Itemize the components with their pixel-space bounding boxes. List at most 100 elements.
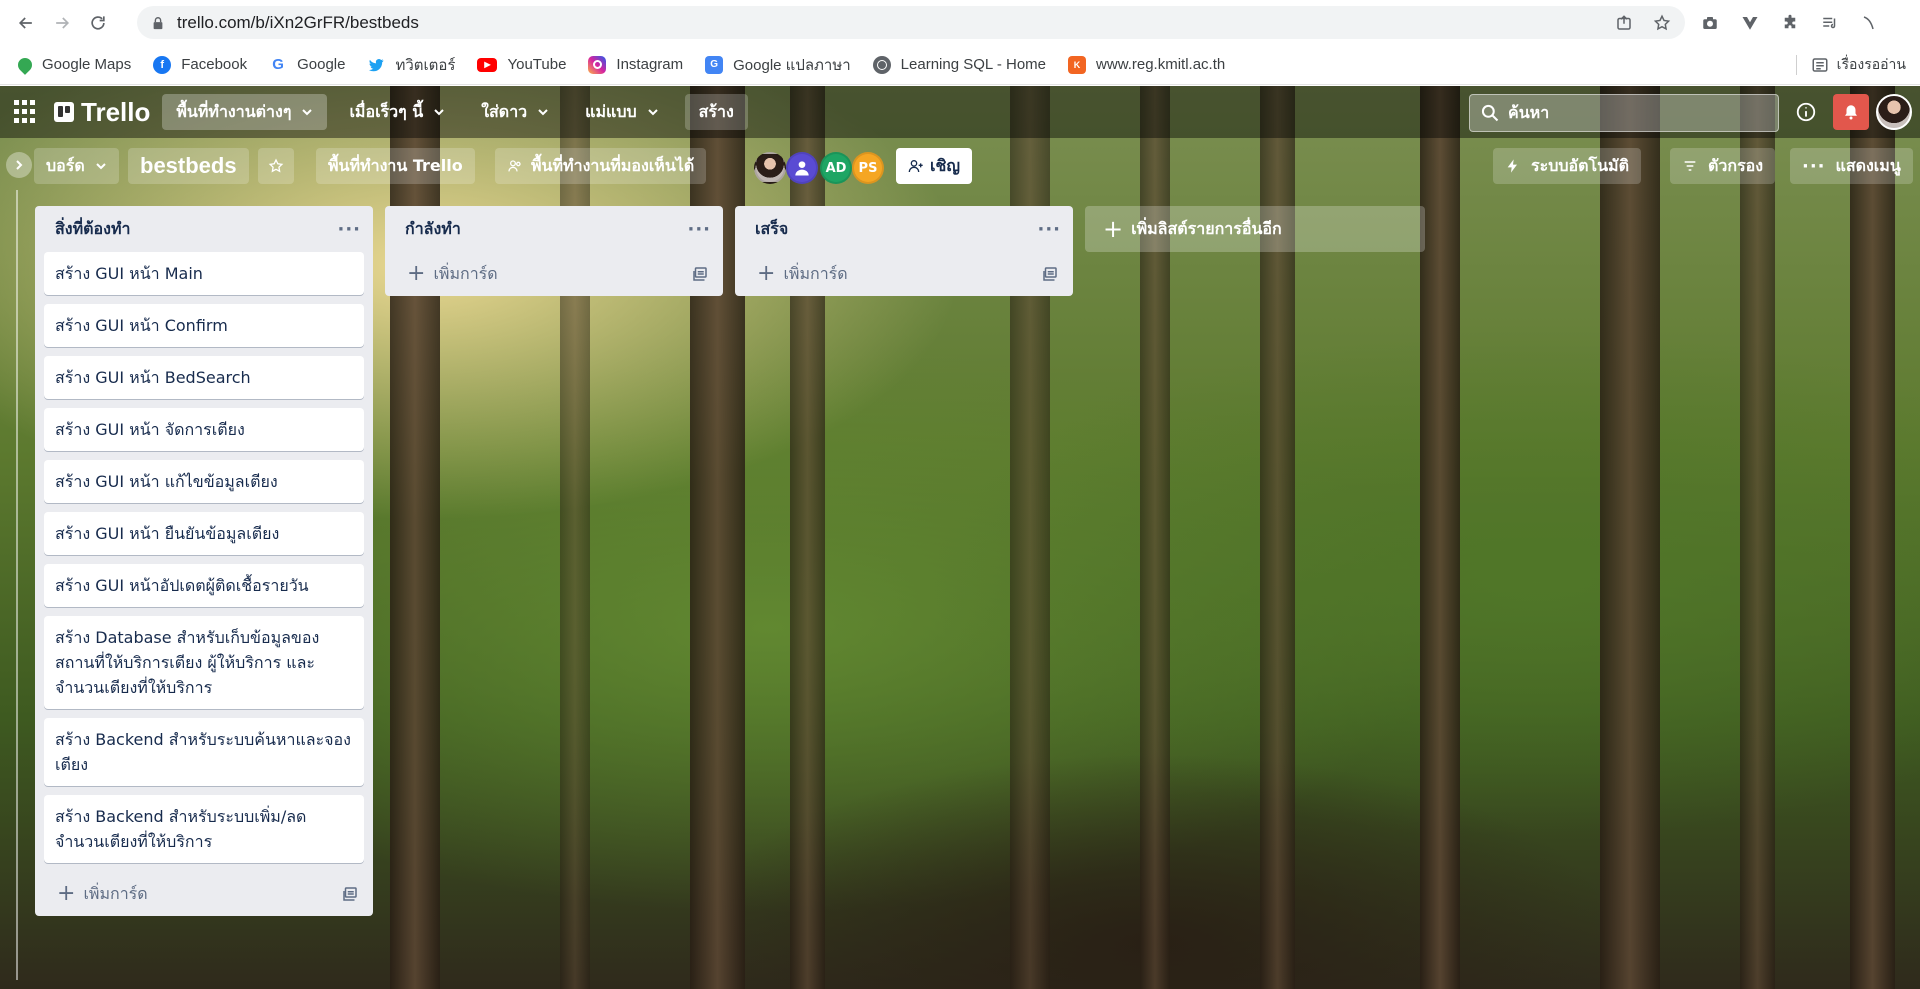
invite-label: เชิญ [930,155,960,175]
bookmark-label: Google แปลภาษา [733,56,851,74]
chevron-down-icon [434,109,444,116]
member-avatar[interactable] [786,152,818,184]
filter-label: ตัวกรอง [1708,155,1764,175]
bookmark-facebook[interactable]: f Facebook [153,55,247,74]
list-title[interactable]: สิ่งที่ต้องทำ [55,217,130,242]
member-avatar[interactable] [754,152,786,184]
automation-button[interactable]: ระบบอัตโนมัติ [1493,148,1641,184]
trello-logo[interactable]: Trello [54,97,150,128]
card[interactable]: สร้าง GUI หน้า จัดการเตียง [44,408,364,451]
plus-icon: + [1103,215,1124,243]
templates-menu[interactable]: แม่แบบ [571,94,672,130]
create-from-template-icon[interactable] [341,885,359,903]
card[interactable]: สร้าง GUI หน้า BedSearch [44,356,364,399]
member-avatar-ps[interactable]: PS [852,152,884,184]
media-control-icon[interactable] [1820,13,1840,33]
browser-toolbar: trello.com/b/iXn2GrFR/bestbeds [0,0,1920,45]
add-card-label: เพิ่มการ์ด [783,263,848,283]
information-button[interactable] [1791,97,1821,127]
card[interactable]: สร้าง Database สำหรับเก็บข้อมูลของ สถานท… [44,616,364,709]
card[interactable]: สร้าง GUI หน้า ยืนยันข้อมูลเตียง [44,512,364,555]
list-title[interactable]: เสร็จ [755,217,788,242]
bookmark-label: Google [297,56,346,73]
add-card-button[interactable]: + เพิ่มการ์ด [757,262,848,287]
address-bar[interactable]: trello.com/b/iXn2GrFR/bestbeds [137,6,1685,39]
invite-button[interactable]: เชิญ [896,148,972,184]
google-translate-icon: G [705,55,724,74]
filter-button[interactable]: ตัวกรอง [1670,148,1776,184]
lock-icon [153,16,163,29]
list-menu-button[interactable]: ··· [687,219,711,240]
chevron-down-icon [96,163,106,170]
show-menu-button[interactable]: ··· แสดงเมนู [1790,148,1913,184]
search-input[interactable]: ค้นหา [1469,94,1779,132]
card[interactable]: สร้าง Backend สำหรับระบบเพิ่ม/ลดจำนวนเตี… [44,795,364,863]
workspaces-menu[interactable]: พื้นที่ทำงานต่างๆ [162,94,328,130]
star-icon[interactable] [1653,14,1671,32]
card[interactable]: สร้าง GUI หน้า Main [44,252,364,295]
bookmark-youtube[interactable]: ▶ YouTube [477,56,566,73]
list-menu-button[interactable]: ··· [1037,219,1061,240]
plus-icon: + [407,261,426,286]
more-vert-icon[interactable] [1900,13,1910,33]
background-tree [1420,86,1460,989]
notifications-button[interactable] [1833,94,1869,130]
list-menu-button[interactable]: ··· [337,219,361,240]
card[interactable]: สร้าง GUI หน้า Confirm [44,304,364,347]
camera-extension-icon[interactable] [1700,13,1720,33]
recent-menu[interactable]: เมื่อเร็วๆ นี้ [335,94,459,130]
add-person-icon [908,160,923,173]
add-list-button[interactable]: + เพิ่มลิสต์รายการอื่นอีก [1085,206,1425,252]
bookmark-google-translate[interactable]: G Google แปลภาษา [705,53,851,77]
view-label: บอร์ด [46,155,85,175]
create-from-template-icon[interactable] [1041,265,1059,283]
reading-list-button[interactable]: เรื่องรออ่าน [1795,45,1906,85]
list-in-progress: กำลังทำ ··· + เพิ่มการ์ด [385,206,723,296]
visibility-button[interactable]: พื้นที่ทำงานที่มองเห็นได้ [495,148,707,184]
lightning-icon [1507,159,1517,173]
card[interactable]: สร้าง Backend สำหรับระบบค้นหาและจองเตียง [44,718,364,786]
bookmark-google-maps[interactable]: Google Maps [15,54,132,75]
expand-sidebar-button[interactable] [6,152,32,178]
extensions-puzzle-icon[interactable] [1780,13,1800,33]
bookmark-reg-kmitl[interactable]: K www.reg.kmitl.ac.th [1068,55,1225,74]
add-card-button[interactable]: + เพิ่มการ์ด [407,262,498,287]
search-placeholder: ค้นหา [1508,102,1550,122]
bookmark-label: ทวิตเตอร์ [395,56,456,74]
back-button[interactable] [8,5,44,41]
vue-devtools-icon[interactable] [1740,13,1760,33]
create-from-template-icon[interactable] [691,265,709,283]
list-title[interactable]: กำลังทำ [405,217,461,242]
create-button[interactable]: สร้าง [684,94,748,130]
add-card-button[interactable]: + เพิ่มการ์ด [57,882,148,907]
bookmark-learning-sql[interactable]: Learning SQL - Home [872,55,1046,74]
menu-label: เมื่อเร็วๆ นี้ [349,101,424,121]
board-title[interactable]: bestbeds [128,148,249,184]
share-icon[interactable] [1615,14,1633,32]
chevron-down-icon [647,109,658,116]
reload-button[interactable] [80,5,116,41]
background-tree [1600,86,1660,989]
reading-list-icon [1812,58,1828,72]
bookmark-label: Google Maps [42,56,132,73]
trello-header: Trello พื้นที่ทำงานต่างๆ เมื่อเร็วๆ นี้ … [0,86,1920,138]
star-board-button[interactable] [258,148,294,184]
profile-pending-icon[interactable] [1860,13,1880,33]
bookmark-instagram[interactable]: Instagram [588,55,683,74]
menu-label: พื้นที่ทำงานต่างๆ [176,101,292,121]
app-switcher-icon[interactable] [14,100,38,124]
member-avatar-ad[interactable]: AD [820,152,852,184]
add-card-label: เพิ่มการ์ด [433,263,498,283]
bookmark-google[interactable]: G Google [269,55,346,74]
board-view-switcher[interactable]: บอร์ด [34,148,119,184]
profile-avatar[interactable] [1876,94,1912,130]
card[interactable]: สร้าง GUI หน้าอัปเดตผู้ติดเชื้อรายวัน [44,564,364,607]
twitter-icon [367,55,386,74]
starred-menu[interactable]: ใส่ดาว [467,94,563,130]
forward-button[interactable] [44,5,80,41]
sidebar-edge [16,190,18,980]
workspace-button[interactable]: พื้นที่ทำงาน Trello [316,148,475,184]
list-footer: + เพิ่มการ์ด [385,252,723,296]
bookmark-twitter[interactable]: ทวิตเตอร์ [367,53,455,77]
card[interactable]: สร้าง GUI หน้า แก้ไขข้อมูลเตียง [44,460,364,503]
